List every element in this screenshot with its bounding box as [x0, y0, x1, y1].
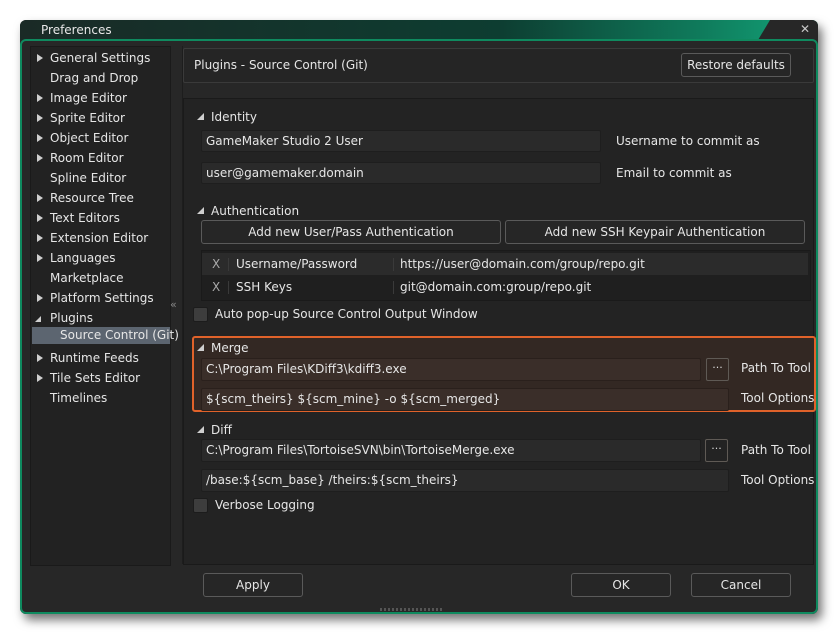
merge-options-label: Tool Options	[741, 391, 815, 405]
title-bar[interactable]: Preferences ✕	[20, 20, 818, 40]
page-title: Plugins - Source Control (Git)	[194, 58, 368, 72]
sidebar-item-label: Languages	[50, 251, 116, 265]
sidebar-item-label: Extension Editor	[50, 231, 149, 245]
window-title: Preferences	[41, 23, 112, 37]
remove-auth-icon[interactable]: X	[212, 253, 220, 275]
diff-section-header[interactable]: Diff	[197, 423, 232, 437]
expand-arrow-icon[interactable]	[37, 234, 43, 242]
expand-arrow-icon[interactable]	[37, 374, 43, 382]
restore-defaults-button[interactable]: Restore defaults	[681, 53, 791, 77]
auth-type: SSH Keys	[236, 280, 293, 294]
sidebar-item-label: Timelines	[50, 391, 108, 405]
expand-arrow-icon[interactable]	[37, 114, 43, 122]
sidebar-item-label: Spline Editor	[50, 171, 127, 185]
cancel-button[interactable]: Cancel	[691, 573, 791, 597]
sidebar-item-label: Drag and Drop	[50, 71, 139, 85]
column-divider	[228, 281, 229, 294]
expand-arrow-icon[interactable]	[37, 214, 43, 222]
sidebar-item-label: Plugins	[50, 311, 93, 325]
auth-list: X Username/Password https://user@domain.…	[201, 250, 811, 301]
add-ssh-keypair-auth-button[interactable]: Add new SSH Keypair Authentication	[505, 220, 805, 244]
merge-path-label: Path To Tool	[741, 361, 811, 375]
remove-auth-icon[interactable]: X	[212, 276, 220, 298]
collapse-triangle-icon	[197, 344, 204, 351]
column-divider	[393, 281, 394, 294]
ok-button[interactable]: OK	[571, 573, 671, 597]
sidebar-item-source-control-git[interactable]: Source Control (Git)	[32, 327, 179, 344]
collapse-triangle-icon	[197, 426, 204, 433]
auto-popup-checkbox[interactable]	[193, 307, 208, 322]
diff-options-label: Tool Options	[741, 473, 815, 487]
auto-popup-label: Auto pop-up Source Control Output Window	[215, 307, 478, 321]
sidebar-item-label: Object Editor	[50, 131, 129, 145]
sidebar-item-label: Resource Tree	[50, 191, 134, 205]
sidebar-item-label: Room Editor	[50, 151, 124, 165]
collapse-sidebar-icon[interactable]: «	[170, 298, 182, 312]
expand-arrow-icon[interactable]	[37, 54, 43, 62]
expand-arrow-icon[interactable]	[37, 154, 43, 162]
merge-section-header[interactable]: Merge	[197, 341, 249, 355]
sidebar-item-label: Tile Sets Editor	[50, 371, 141, 385]
authentication-section-header[interactable]: Authentication	[197, 204, 300, 218]
merge-section: Merge C:\Program Files\KDiff3\kdiff3.exe…	[192, 336, 816, 412]
merge-path-field[interactable]: C:\Program Files\KDiff3\kdiff3.exe	[201, 358, 701, 381]
collapse-triangle-icon	[197, 113, 204, 120]
sidebar-tree: General Settings Drag and Drop Image Edi…	[30, 46, 179, 566]
verbose-logging-checkbox[interactable]	[193, 498, 208, 513]
sidebar-item-label: Runtime Feeds	[50, 351, 139, 365]
section-title: Merge	[211, 341, 249, 355]
close-icon[interactable]: ✕	[798, 22, 812, 36]
add-userpass-auth-button[interactable]: Add new User/Pass Authentication	[201, 220, 501, 244]
apply-button[interactable]: Apply	[203, 573, 303, 597]
column-divider	[228, 258, 229, 271]
section-title: Diff	[211, 423, 232, 437]
diff-path-field[interactable]: C:\Program Files\TortoiseSVN\bin\Tortois…	[201, 439, 701, 462]
username-label: Username to commit as	[616, 134, 760, 148]
email-field[interactable]: user@gamemaker.domain	[201, 162, 601, 184]
merge-options-field[interactable]: ${scm_theirs} ${scm_mine} -o ${scm_merge…	[201, 388, 729, 411]
sidebar-item-label: Image Editor	[50, 91, 127, 105]
auth-url: https://user@domain.com/group/repo.git	[400, 257, 645, 271]
sidebar-item-label: Platform Settings	[50, 291, 154, 305]
auth-type: Username/Password	[236, 257, 358, 271]
diff-path-label: Path To Tool	[741, 443, 811, 457]
resize-grip[interactable]	[380, 608, 442, 611]
auth-list-row[interactable]: X SSH Keys git@domain.com:group/repo.git	[202, 276, 808, 298]
username-field[interactable]: GameMaker Studio 2 User	[201, 130, 601, 152]
diff-browse-button[interactable]: ···	[705, 439, 728, 462]
sidebar-item-label: Source Control (Git)	[60, 328, 179, 342]
email-label: Email to commit as	[616, 166, 732, 180]
collapse-arrow-icon[interactable]	[35, 316, 41, 322]
page-header: Plugins - Source Control (Git) Restore d…	[183, 48, 814, 83]
sidebar-item-label: Text Editors	[50, 211, 120, 225]
expand-arrow-icon[interactable]	[37, 294, 43, 302]
merge-browse-button[interactable]: ···	[706, 358, 729, 381]
column-divider	[393, 258, 394, 271]
sidebar-item-label: Sprite Editor	[50, 111, 125, 125]
identity-section-header[interactable]: Identity	[197, 110, 257, 124]
expand-arrow-icon[interactable]	[37, 354, 43, 362]
diff-options-field[interactable]: /base:${scm_base} /theirs:${scm_theirs}	[201, 469, 729, 492]
expand-arrow-icon[interactable]	[37, 94, 43, 102]
auth-list-row[interactable]: X Username/Password https://user@domain.…	[202, 253, 808, 275]
expand-arrow-icon[interactable]	[37, 194, 43, 202]
preferences-window: Preferences ✕ General Settings Drag and …	[20, 20, 818, 614]
expand-arrow-icon[interactable]	[37, 134, 43, 142]
section-title: Authentication	[211, 204, 300, 218]
expand-arrow-icon[interactable]	[37, 254, 43, 262]
sidebar-item-label: Marketplace	[50, 271, 124, 285]
section-title: Identity	[211, 110, 257, 124]
verbose-logging-label: Verbose Logging	[215, 498, 315, 512]
sidebar-item-label: General Settings	[50, 51, 151, 65]
collapse-triangle-icon	[197, 207, 204, 214]
auth-url: git@domain.com:group/repo.git	[400, 280, 592, 294]
